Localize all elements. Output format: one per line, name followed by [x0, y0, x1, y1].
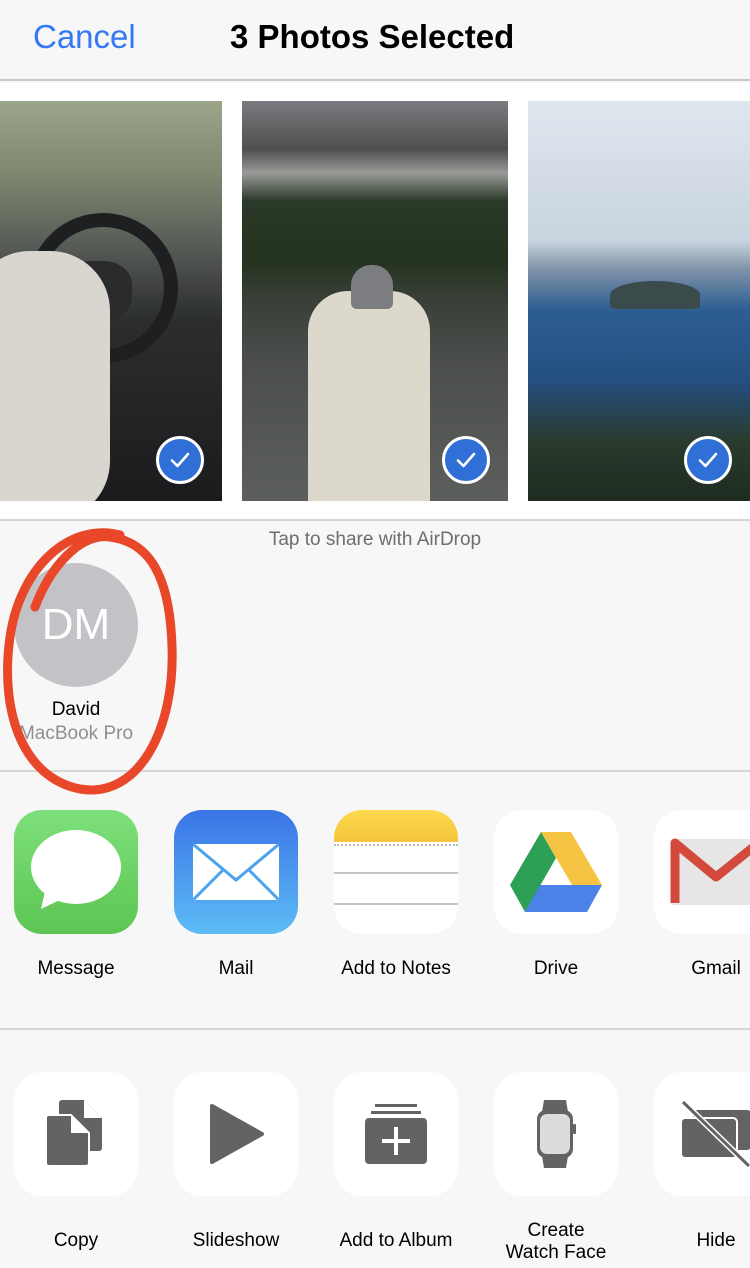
photo-thumbnail-1[interactable]: [0, 101, 222, 501]
share-app-message[interactable]: Message: [0, 810, 156, 980]
message-icon: [14, 810, 138, 934]
island-shape: [610, 281, 700, 309]
action-add-to-album[interactable]: Add to Album: [316, 1072, 476, 1252]
cancel-button[interactable]: Cancel: [33, 18, 136, 56]
action-slideshow[interactable]: Slideshow: [156, 1072, 316, 1252]
notes-icon: [334, 810, 458, 934]
mail-icon: [174, 810, 298, 934]
action-create-watch-face[interactable]: Create Watch Face: [476, 1072, 636, 1264]
add-to-album-icon: [334, 1072, 458, 1196]
action-label: Add to Album: [339, 1230, 453, 1251]
share-app-label: Mail: [218, 958, 254, 979]
google-drive-icon: [494, 810, 618, 934]
sleeve-shape: [0, 251, 110, 501]
notes-line: [334, 903, 458, 905]
notes-line: [334, 872, 458, 874]
action-label: Hide: [696, 1230, 736, 1251]
play-icon: [174, 1072, 298, 1196]
photo-strip[interactable]: [0, 83, 750, 521]
selected-checkmark-icon[interactable]: [684, 436, 732, 484]
action-label-line: Watch Face: [505, 1242, 607, 1263]
hide-icon: [654, 1072, 750, 1196]
action-label-line: Create: [527, 1220, 585, 1241]
action-hide[interactable]: Hide: [636, 1072, 750, 1252]
action-label: Slideshow: [192, 1230, 280, 1251]
watch-icon: [494, 1072, 618, 1196]
selected-checkmark-icon[interactable]: [156, 436, 204, 484]
airdrop-contact[interactable]: DM David MacBook Pro: [14, 563, 138, 745]
photo-thumbnail-2[interactable]: [242, 101, 508, 501]
person-shape: [308, 291, 430, 501]
beanie-shape: [351, 265, 393, 309]
header-bar: Cancel 3 Photos Selected: [0, 0, 750, 81]
share-app-notes[interactable]: Add to Notes: [316, 810, 476, 980]
share-app-gmail[interactable]: Gmail: [636, 810, 750, 980]
share-app-label: Add to Notes: [341, 958, 451, 979]
photo-thumbnail-3[interactable]: [528, 101, 750, 501]
airdrop-section: Tap to share with AirDrop DM David MacBo…: [0, 521, 750, 795]
avatar: DM: [14, 563, 138, 687]
copy-icon: [14, 1072, 138, 1196]
actions-row: Copy Slideshow Add to Album Create Watch…: [0, 1032, 750, 1268]
share-app-drive[interactable]: Drive: [476, 810, 636, 980]
action-label: Create Watch Face: [476, 1220, 636, 1264]
share-app-label: Drive: [533, 958, 579, 979]
action-copy[interactable]: Copy: [0, 1072, 156, 1252]
notes-header-shape: [334, 810, 458, 842]
contact-device: MacBook Pro: [18, 723, 134, 744]
gmail-icon: [654, 810, 750, 934]
share-app-mail[interactable]: Mail: [156, 810, 316, 980]
page-title: 3 Photos Selected: [230, 18, 515, 55]
selected-checkmark-icon[interactable]: [442, 436, 490, 484]
notes-perforation: [334, 844, 458, 846]
share-app-label: Gmail: [691, 958, 741, 979]
share-sheet: Cancel 3 Photos Selected Tap to share wi…: [0, 0, 750, 1268]
action-label: Copy: [53, 1230, 99, 1251]
share-app-label: Message: [37, 958, 115, 979]
share-apps-row: Message Mail Add to Notes Drive Gmail: [0, 774, 750, 1030]
contact-name: David: [51, 699, 101, 720]
airdrop-hint: Tap to share with AirDrop: [268, 529, 482, 550]
